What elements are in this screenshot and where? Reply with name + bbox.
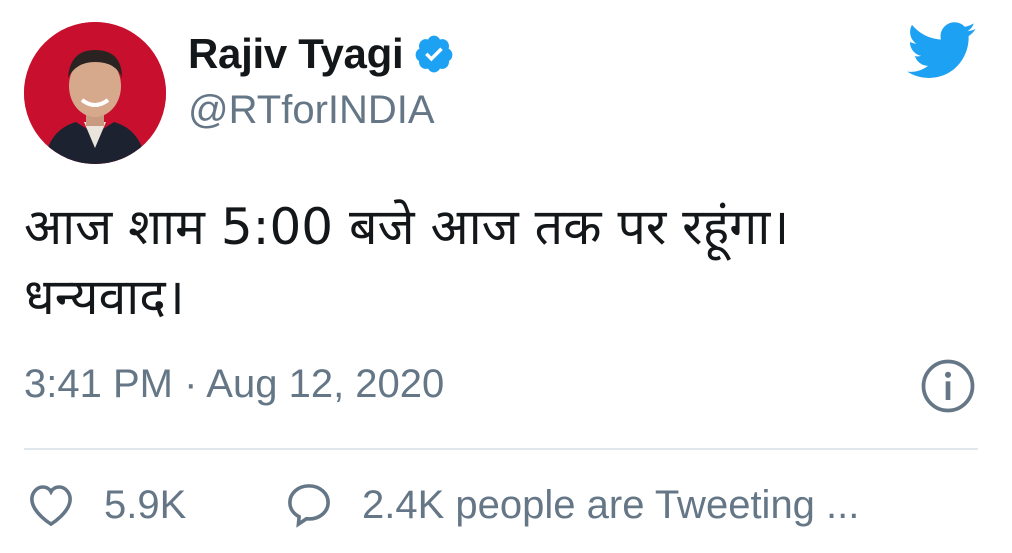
tweet-timestamp[interactable]: 3:41 PM · Aug 12, 2020: [24, 362, 444, 407]
tweet-line: धन्यवाद।: [24, 268, 185, 326]
conversation-button[interactable]: 2.4K people are Tweeting ...: [282, 478, 859, 532]
like-count: 5.9K: [104, 482, 187, 527]
twitter-bird-icon[interactable]: [906, 22, 978, 80]
author-name[interactable]: Rajiv Tyagi: [188, 30, 404, 78]
author-name-row[interactable]: Rajiv Tyagi: [188, 30, 455, 78]
speech-bubble-icon: [288, 484, 330, 528]
author-handle[interactable]: @RTforINDIA: [188, 88, 435, 133]
tweet-line: आज शाम 5:00 बजे आज तक पर रहूंगा।: [24, 198, 790, 256]
verified-badge-icon: [415, 35, 453, 73]
conversation-text: 2.4K people are Tweeting ...: [362, 482, 860, 527]
divider: [24, 448, 978, 450]
like-button[interactable]: 5.9K: [24, 478, 186, 532]
avatar[interactable]: [24, 22, 166, 164]
heart-icon: [30, 485, 72, 527]
info-icon[interactable]: [920, 358, 976, 414]
avatar-portrait: [24, 22, 166, 164]
tweet-text: आज शाम 5:00 बजे आज तक पर रहूंगा। धन्यवाद…: [24, 192, 789, 332]
tweet-actions: 5.9K 2.4K people are Tweeting ...: [24, 478, 984, 542]
